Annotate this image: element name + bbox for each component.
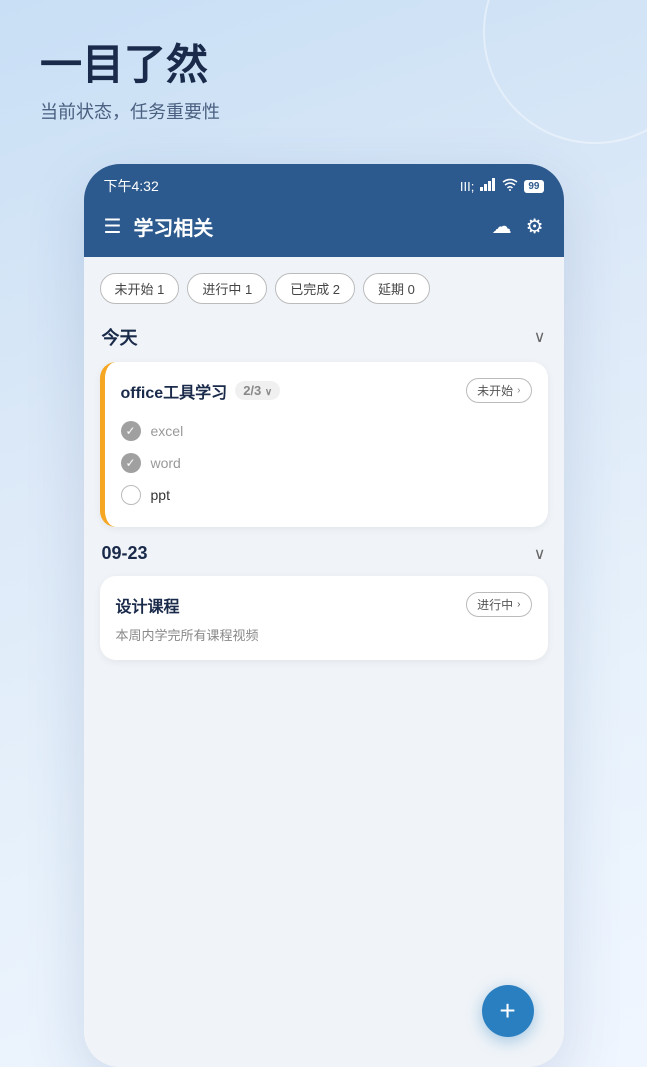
subtask-word: ✓ word [121, 447, 532, 479]
battery-icon: 99 [524, 180, 543, 193]
status-badge-arrow: › [517, 385, 520, 396]
phone-mockup: 下午4:32 III; 99 ☰ 学习相关 ☁ ⚙ [84, 164, 564, 1067]
subtask-excel-check[interactable]: ✓ [121, 421, 141, 441]
app-content-wrapper: 未开始 1 进行中 1 已完成 2 延期 0 今天 ∨ [84, 257, 564, 1067]
subtask-ppt-check[interactable] [121, 485, 141, 505]
task-design-status-badge[interactable]: 进行中 › [466, 592, 531, 617]
filter-tab-not-started[interactable]: 未开始 1 [100, 273, 180, 304]
app-title: 学习相关 [133, 212, 213, 241]
app-header: ☰ 学习相关 ☁ ⚙ [84, 204, 564, 257]
section-today-title: 今天 [102, 324, 138, 350]
subtask-ppt: ppt [121, 479, 532, 511]
task-office-status-badge[interactable]: 未开始 › [466, 378, 531, 403]
filter-tab-completed[interactable]: 已完成 2 [275, 273, 355, 304]
hero-section: 一目了然 当前状态，任务重要性 [0, 0, 647, 144]
signal-bars-icon [480, 178, 496, 194]
task-design-header: 设计课程 进行中 › [116, 592, 532, 617]
section-date-header: 09-23 ∨ [100, 543, 548, 564]
subtask-excel: ✓ excel [121, 415, 532, 447]
cloud-icon[interactable]: ☁ [492, 214, 512, 239]
section-date-chevron[interactable]: ∨ [534, 544, 546, 564]
section-today-chevron[interactable]: ∨ [534, 327, 546, 347]
subtask-word-label: word [151, 455, 181, 471]
subtask-ppt-label: ppt [151, 487, 170, 503]
status-bar: 下午4:32 III; 99 [84, 164, 564, 204]
status-icons: III; 99 [460, 178, 544, 194]
task-office-name: office工具学习 2/3 ∨ [121, 379, 281, 403]
subtask-word-check[interactable]: ✓ [121, 453, 141, 473]
header-left: ☰ 学习相关 [104, 212, 214, 241]
hero-title: 一目了然 [40, 40, 607, 90]
fab-add-button[interactable]: + [482, 985, 534, 1037]
subtask-excel-label: excel [151, 423, 184, 439]
task-design-name: 设计课程 [116, 593, 180, 617]
task-design-card: 设计课程 进行中 › 本周内学完所有课程视频 [100, 576, 548, 660]
wifi-icon [502, 178, 518, 194]
task-count-chevron: ∨ [265, 387, 272, 398]
signal-icon: III; [460, 179, 474, 194]
settings-icon[interactable]: ⚙ [526, 214, 544, 239]
filter-tabs: 未开始 1 进行中 1 已完成 2 延期 0 [100, 273, 548, 304]
header-right: ☁ ⚙ [492, 214, 544, 239]
design-status-arrow: › [517, 599, 520, 610]
section-date-title: 09-23 [102, 543, 148, 564]
section-today-header: 今天 ∨ [100, 324, 548, 350]
task-office-count: 2/3 ∨ [235, 381, 280, 400]
hero-subtitle: 当前状态，任务重要性 [40, 98, 607, 124]
filter-tab-in-progress[interactable]: 进行中 1 [187, 273, 267, 304]
app-content: 未开始 1 进行中 1 已完成 2 延期 0 今天 ∨ [84, 257, 564, 1067]
task-design-desc: 本周内学完所有课程视频 [116, 625, 532, 644]
task-office-header: office工具学习 2/3 ∨ 未开始 › [121, 378, 532, 403]
hamburger-icon[interactable]: ☰ [104, 214, 122, 239]
task-office-card: office工具学习 2/3 ∨ 未开始 › ✓ excel [100, 362, 548, 527]
status-time: 下午4:32 [104, 176, 159, 196]
filter-tab-delayed[interactable]: 延期 0 [363, 273, 430, 304]
